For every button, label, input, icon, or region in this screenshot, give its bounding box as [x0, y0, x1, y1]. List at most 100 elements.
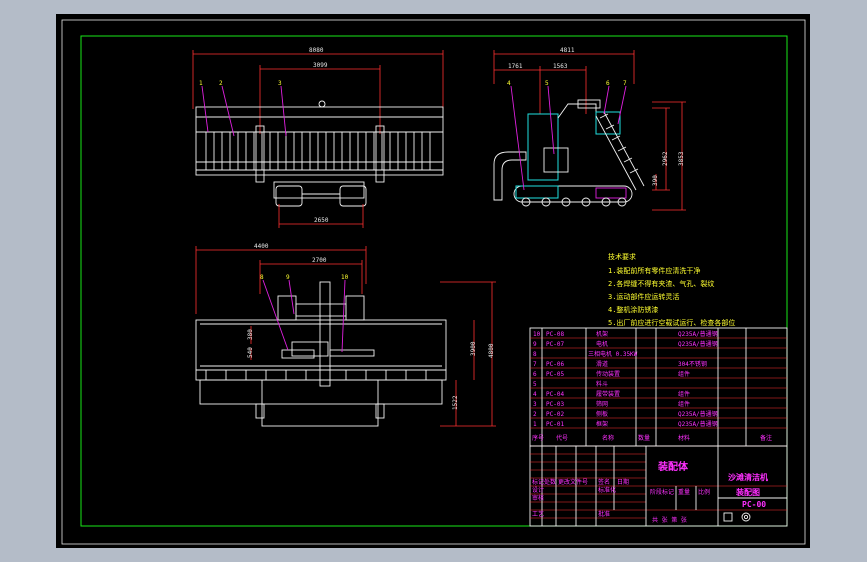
top-motor-right [345, 295, 365, 321]
svg-text:5: 5 [533, 381, 537, 388]
svg-text:10: 10 [533, 331, 541, 338]
tech-line-3: 3.运动部件应运转灵活 [608, 292, 679, 301]
svg-text:4: 4 [533, 391, 537, 398]
side-intake-pipe [493, 151, 527, 201]
svg-text:比例: 比例 [698, 488, 710, 496]
svg-text:阶段标记: 阶段标记 [650, 488, 674, 496]
svg-text:工艺: 工艺 [532, 510, 544, 518]
svg-text:电机: 电机 [596, 340, 608, 348]
drawing-canvas[interactable]: 8080 3099 2650 1 2 3 4811 1761 1563 2962… [56, 14, 810, 548]
dim-side-h2: 3853 [678, 151, 685, 166]
front-slats [205, 132, 431, 170]
tech-line-2: 2.各焊缝不得有夹渣、气孔、裂纹 [608, 279, 714, 288]
front-track-right [339, 185, 367, 207]
callout-8[interactable]: 8 [260, 274, 264, 281]
dim-side-h1: 2962 [662, 151, 669, 166]
parts-header-no: 序号 [532, 434, 544, 442]
svg-text:Q235A/普通钢: Q235A/普通钢 [678, 340, 718, 348]
svg-text:PC-03: PC-03 [546, 401, 564, 408]
svg-text:组件: 组件 [678, 390, 690, 398]
svg-text:机架: 机架 [596, 330, 608, 338]
drawing-name: 装配图 [735, 487, 760, 497]
callout-9[interactable]: 9 [286, 274, 290, 281]
svg-text:履带装置: 履带装置 [596, 390, 620, 398]
callout-4[interactable]: 4 [507, 80, 511, 87]
dim-front-inner: 3099 [313, 62, 328, 69]
top-track-frame [261, 379, 379, 427]
drawing-code: PC-00 [742, 500, 766, 509]
svg-text:PC-01: PC-01 [546, 421, 564, 428]
svg-text:PC-07: PC-07 [546, 341, 564, 348]
parts-header-qty: 数量 [638, 434, 650, 442]
svg-text:组件: 组件 [678, 400, 690, 408]
callout-3[interactable]: 3 [278, 80, 282, 87]
svg-text:Q235A/普通钢: Q235A/普通钢 [678, 330, 718, 338]
callout-1[interactable]: 1 [199, 80, 203, 87]
svg-text:批准: 批准 [598, 510, 610, 518]
svg-text:侧板: 侧板 [596, 410, 608, 418]
svg-text:8: 8 [533, 351, 537, 358]
svg-text:重量: 重量 [678, 488, 690, 496]
front-view[interactable]: 8080 3099 2650 1 2 3 [192, 47, 444, 228]
svg-text:共 张 第 张: 共 张 第 张 [652, 516, 687, 524]
svg-text:9: 9 [533, 341, 537, 348]
callout-6[interactable]: 6 [606, 80, 610, 87]
tech-title: 技术要求 [608, 252, 636, 261]
dim-front-total: 8080 [309, 47, 324, 54]
svg-text:Q235A/普通钢: Q235A/普通钢 [678, 420, 718, 428]
callout-10[interactable]: 10 [341, 274, 349, 281]
dim-top-small1: 380 [247, 329, 254, 340]
svg-text:PC-08: PC-08 [546, 331, 564, 338]
svg-text:304不锈钢: 304不锈钢 [678, 360, 707, 368]
svg-text:传动装置: 传动装置 [596, 370, 620, 378]
parts-header-code: 代号 [556, 434, 568, 442]
projection-symbol-icon [723, 512, 751, 522]
dim-top-small2: 540 [247, 347, 254, 358]
tech-line-5: 5.出厂前应进行空载试运行、检查各部位 [608, 318, 735, 327]
svg-text:料斗: 料斗 [596, 380, 608, 388]
svg-text:Q235A/普通钢: Q235A/普通钢 [678, 410, 718, 418]
tech-line-4: 4.整机涂防锈漆 [608, 305, 658, 314]
product-name: 沙滩清洁机 [728, 472, 768, 482]
svg-text:签名: 签名 [598, 478, 610, 486]
top-view[interactable]: 4400 2700 380 540 3900 4800 1522 8 9 10 [195, 243, 496, 427]
svg-text:PC-06: PC-06 [546, 361, 564, 368]
dim-top-h1: 3900 [470, 341, 477, 356]
front-top-rail [195, 106, 444, 118]
dim-side-b: 1563 [553, 63, 568, 70]
parts-header-material: 材料 [678, 434, 690, 442]
dim-side-h3: 390 [652, 175, 659, 186]
svg-text:PC-05: PC-05 [546, 371, 564, 378]
dim-top-h3: 1522 [452, 395, 459, 410]
front-track-left [275, 185, 303, 207]
dim-top-h2: 4800 [488, 343, 495, 358]
dim-side-total: 4811 [560, 47, 575, 54]
cad-viewport[interactable]: 8080 3099 2650 1 2 3 4811 1761 1563 2962… [56, 14, 810, 548]
title-block[interactable]: 标记 处数 更改文件号 签名 日期 设计 标准化 审核 工艺 批准 阶段标记 重… [529, 445, 788, 527]
dim-front-track: 2650 [314, 217, 329, 224]
parts-header-name: 名称 [602, 434, 614, 442]
svg-text:标记: 标记 [532, 478, 544, 486]
svg-text:滑道: 滑道 [596, 360, 608, 368]
svg-text:3: 3 [533, 401, 537, 408]
callout-5[interactable]: 5 [545, 80, 549, 87]
svg-text:筛网: 筛网 [596, 400, 608, 408]
svg-text:三相电机 0.35KW: 三相电机 0.35KW [588, 350, 638, 358]
svg-text:更改文件号: 更改文件号 [558, 478, 588, 486]
dim-side-a: 1761 [508, 63, 523, 70]
side-view[interactable]: 4811 1761 1563 2962 3853 390 4 5 6 7 [493, 47, 686, 211]
assembly-label: 装配体 [657, 460, 689, 473]
parts-list[interactable]: 10 PC-08 机架 Q235A/普通钢 9 PC-07 电机 Q235A/普… [529, 327, 788, 447]
svg-text:2: 2 [533, 411, 537, 418]
svg-text:标准化: 标准化 [598, 486, 616, 494]
svg-text:1: 1 [533, 421, 537, 428]
tech-line-1: 1.装配前所有零件应清洗干净 [608, 266, 700, 275]
svg-text:6: 6 [533, 371, 537, 378]
front-lift-eye [318, 100, 326, 108]
svg-text:设计: 设计 [532, 486, 544, 494]
callout-7[interactable]: 7 [623, 80, 627, 87]
callout-2[interactable]: 2 [219, 80, 223, 87]
svg-text:PC-02: PC-02 [546, 411, 564, 418]
svg-text:日期: 日期 [617, 478, 629, 486]
top-body [195, 319, 447, 371]
